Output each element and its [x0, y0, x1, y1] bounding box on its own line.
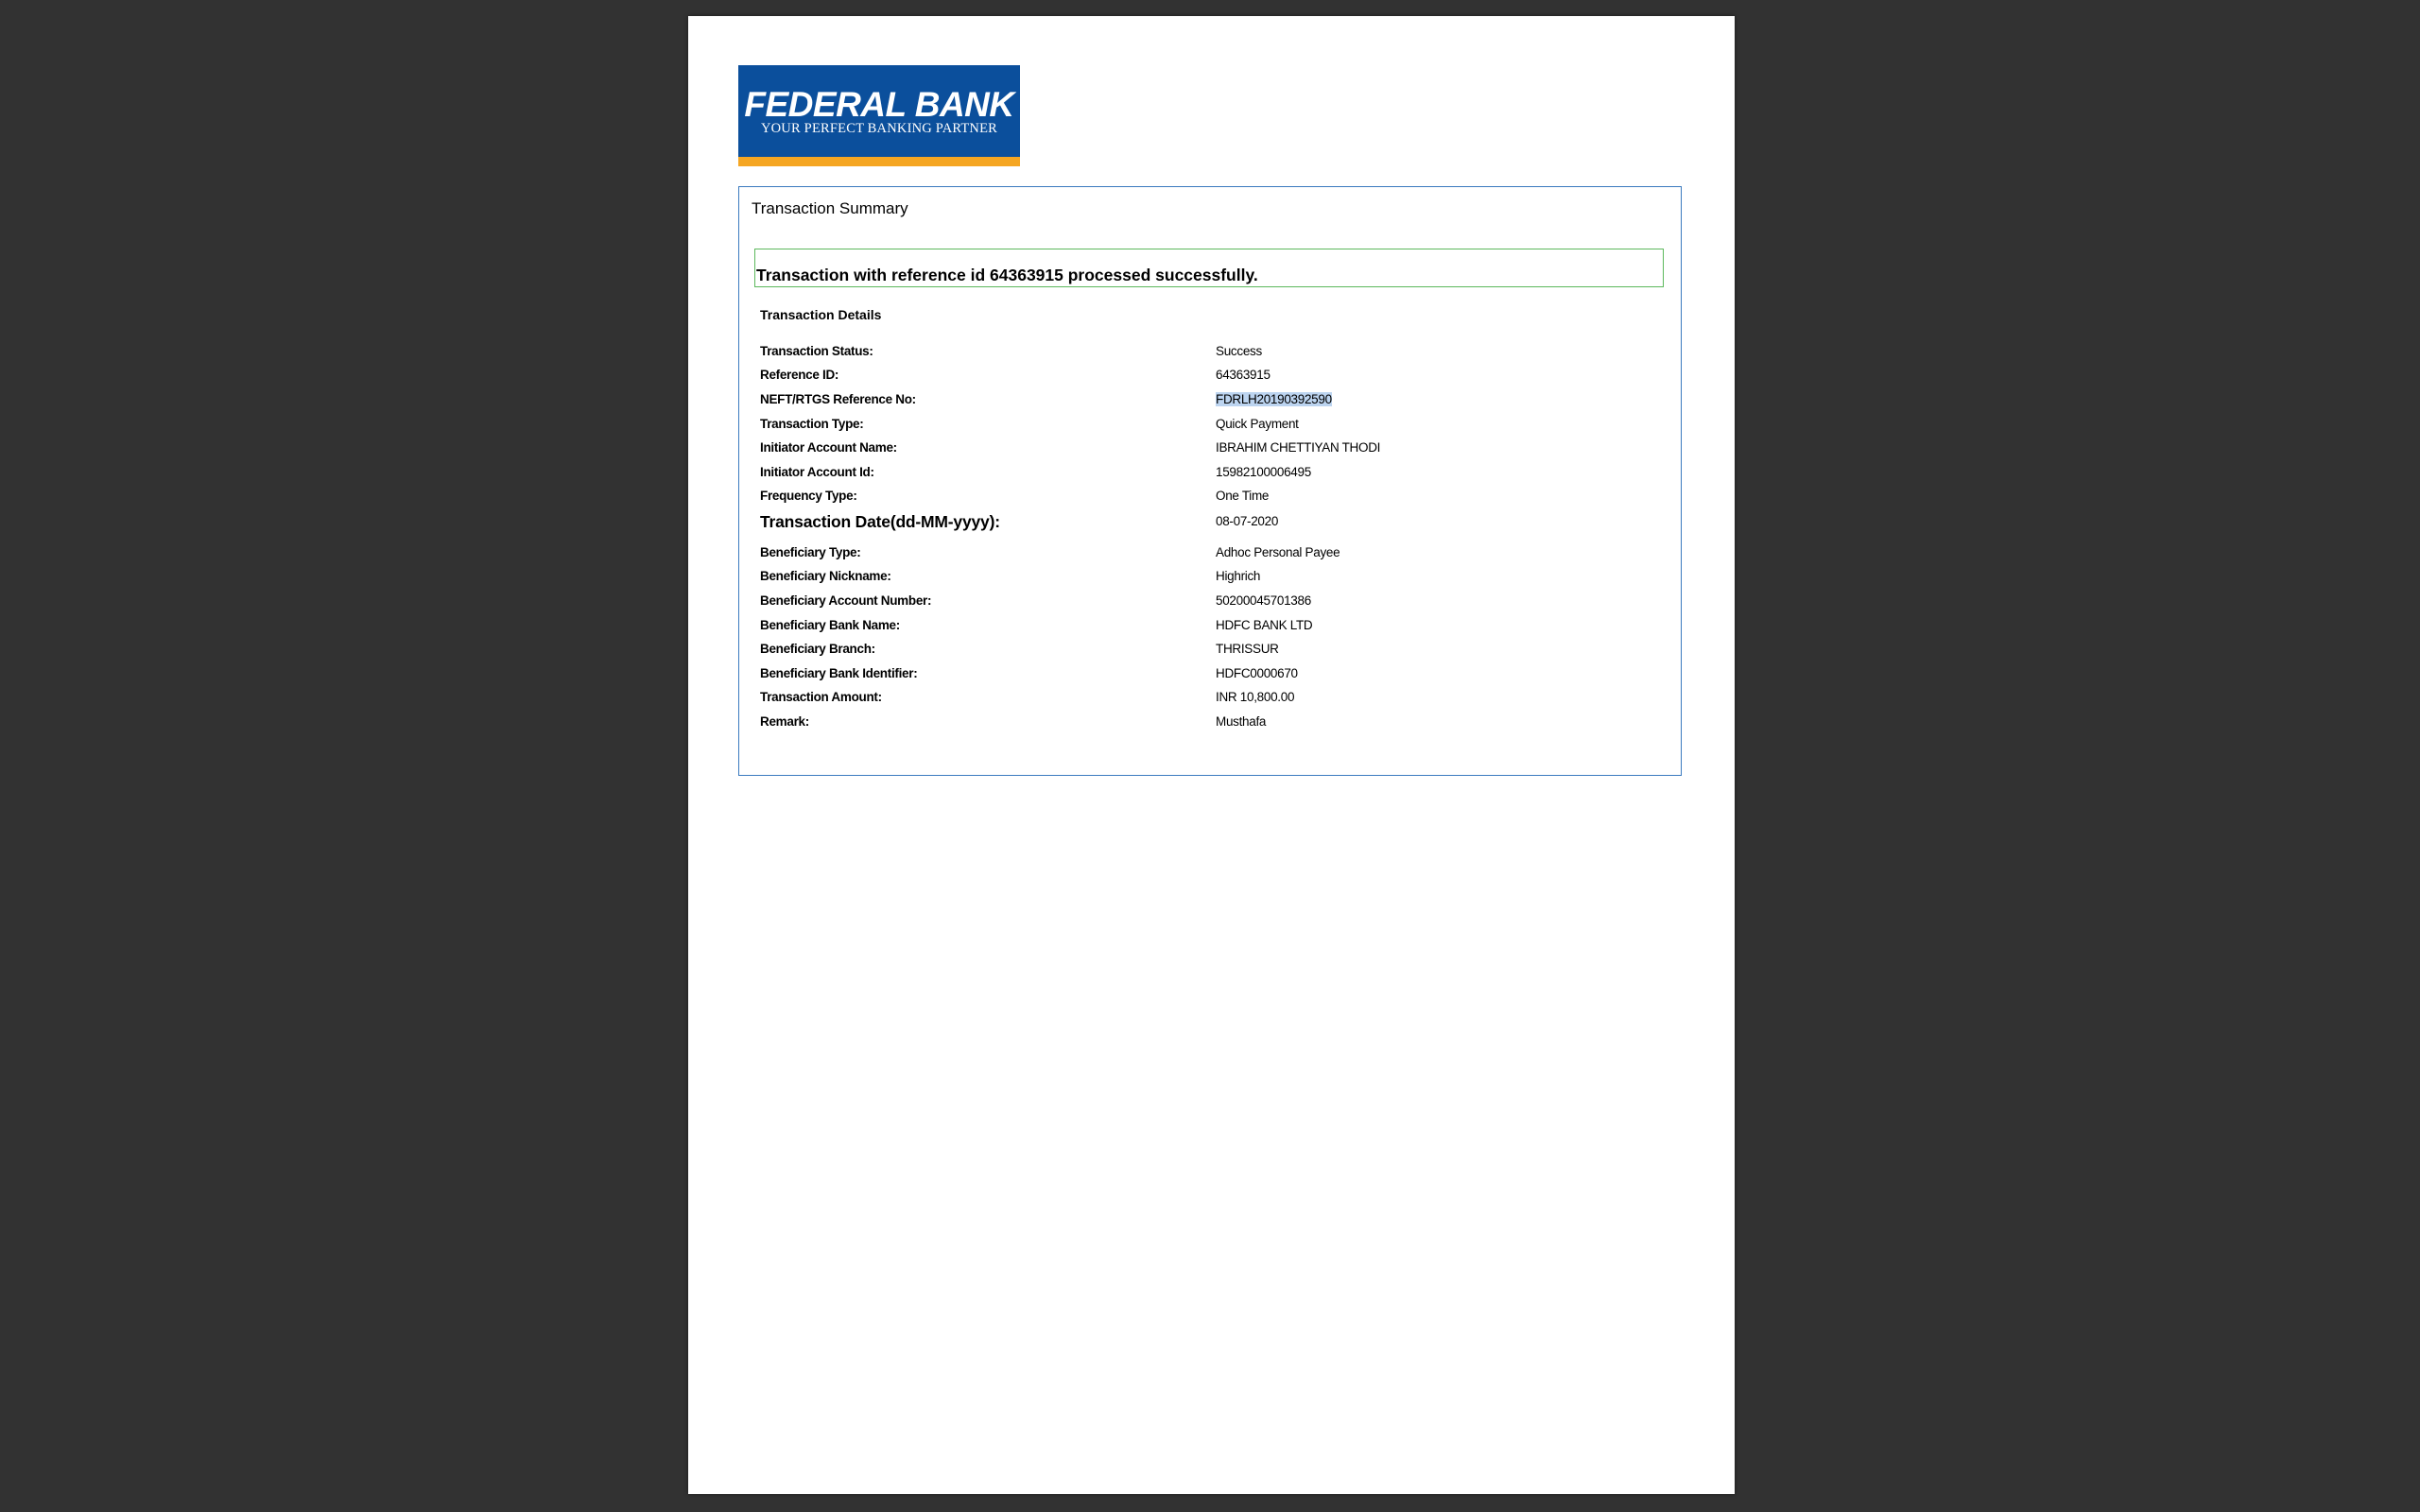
detail-row-beneficiary-branch: Beneficiary Branch: THRISSUR: [760, 642, 1668, 661]
detail-value[interactable]: Quick Payment: [1216, 417, 1299, 431]
detail-label: Transaction Status:: [760, 344, 873, 358]
detail-row-initiator-account-name: Initiator Account Name: IBRAHIM CHETTIYA…: [760, 440, 1668, 459]
detail-value[interactable]: HDFC0000670: [1216, 666, 1298, 680]
federal-bank-logo: FEDERAL BANK YOUR PERFECT BANKING PARTNE…: [738, 65, 1020, 166]
detail-label: Transaction Date(dd-MM-yyyy):: [760, 512, 1000, 531]
detail-value-selected[interactable]: FDRLH20190392590: [1216, 392, 1332, 406]
details-heading: Transaction Details: [760, 307, 882, 322]
detail-row-frequency-type: Frequency Type: One Time: [760, 489, 1668, 507]
detail-label: Beneficiary Bank Identifier:: [760, 666, 918, 680]
detail-value[interactable]: INR 10,800.00: [1216, 690, 1294, 704]
detail-row-transaction-status: Transaction Status: Success: [760, 344, 1668, 363]
summary-title: Transaction Summary: [752, 199, 908, 217]
detail-label: Reference ID:: [760, 368, 839, 382]
detail-value[interactable]: 15982100006495: [1216, 465, 1311, 479]
detail-value[interactable]: One Time: [1216, 489, 1269, 503]
pdf-viewer: FEDERAL BANK YOUR PERFECT BANKING PARTNE…: [0, 0, 2420, 1512]
detail-row-neft-rtgs-reference: NEFT/RTGS Reference No: FDRLH20190392590: [760, 392, 1668, 411]
detail-label: Beneficiary Bank Name:: [760, 618, 900, 632]
success-message: Transaction with reference id 64363915 p…: [756, 266, 1258, 284]
detail-row-transaction-amount: Transaction Amount: INR 10,800.00: [760, 690, 1668, 709]
detail-label: Beneficiary Branch:: [760, 642, 875, 656]
detail-value[interactable]: THRISSUR: [1216, 642, 1279, 656]
detail-value[interactable]: 64363915: [1216, 368, 1270, 382]
transaction-summary-panel: Transaction Summary Transaction with ref…: [738, 186, 1682, 776]
detail-row-beneficiary-type: Beneficiary Type: Adhoc Personal Payee: [760, 545, 1668, 564]
detail-value[interactable]: 50200045701386: [1216, 593, 1311, 608]
detail-label: Transaction Amount:: [760, 690, 882, 704]
detail-row-beneficiary-bank-name: Beneficiary Bank Name: HDFC BANK LTD: [760, 618, 1668, 637]
detail-value[interactable]: 08-07-2020: [1216, 514, 1278, 528]
detail-row-transaction-date: Transaction Date(dd-MM-yyyy): 08-07-2020: [760, 512, 1668, 533]
success-message-box: Transaction with reference id 64363915 p…: [754, 249, 1664, 287]
logo-wordmark: FEDERAL BANK: [744, 85, 1014, 124]
detail-value[interactable]: Adhoc Personal Payee: [1216, 545, 1340, 559]
detail-row-beneficiary-nickname: Beneficiary Nickname: Highrich: [760, 569, 1668, 588]
detail-label: Initiator Account Name:: [760, 440, 897, 455]
detail-row-transaction-type: Transaction Type: Quick Payment: [760, 417, 1668, 436]
document-page: FEDERAL BANK YOUR PERFECT BANKING PARTNE…: [688, 16, 1735, 1494]
detail-label: Initiator Account Id:: [760, 465, 874, 479]
detail-value[interactable]: Musthafa: [1216, 714, 1266, 729]
detail-value[interactable]: Highrich: [1216, 569, 1260, 583]
detail-label: Transaction Type:: [760, 417, 864, 431]
detail-label: Beneficiary Nickname:: [760, 569, 891, 583]
logo-tagline: YOUR PERFECT BANKING PARTNER: [760, 121, 998, 136]
detail-value[interactable]: IBRAHIM CHETTIYAN THODI: [1216, 440, 1380, 455]
detail-label: Beneficiary Type:: [760, 545, 861, 559]
detail-row-remark: Remark: Musthafa: [760, 714, 1668, 733]
detail-label: Remark:: [760, 714, 809, 729]
detail-label: Frequency Type:: [760, 489, 857, 503]
detail-value[interactable]: HDFC BANK LTD: [1216, 618, 1313, 632]
detail-value[interactable]: Success: [1216, 344, 1262, 358]
detail-row-beneficiary-account-number: Beneficiary Account Number: 502000457013…: [760, 593, 1668, 612]
detail-row-reference-id: Reference ID: 64363915: [760, 368, 1668, 387]
logo-stripe: [738, 157, 1020, 166]
detail-row-beneficiary-bank-identifier: Beneficiary Bank Identifier: HDFC0000670: [760, 666, 1668, 685]
detail-row-initiator-account-id: Initiator Account Id: 15982100006495: [760, 465, 1668, 484]
detail-label: Beneficiary Account Number:: [760, 593, 932, 608]
detail-label: NEFT/RTGS Reference No:: [760, 392, 916, 406]
